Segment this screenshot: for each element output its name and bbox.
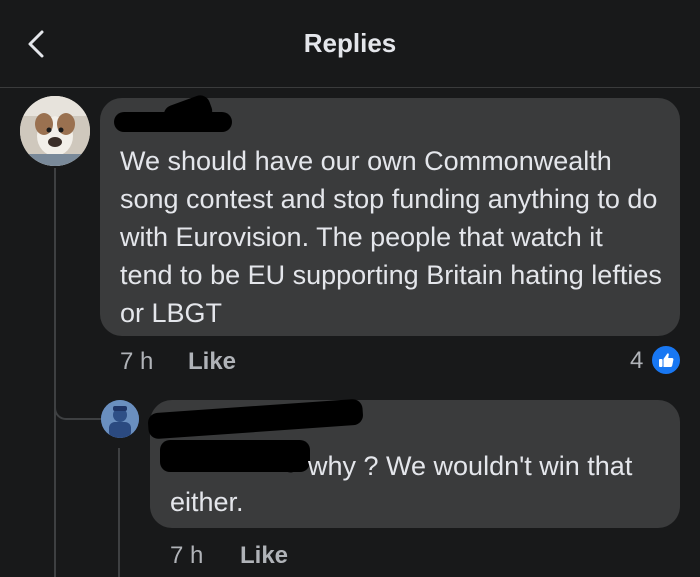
header-bar: Replies — [0, 0, 700, 88]
thread-branch — [54, 392, 104, 420]
reply-text-line-2: either. — [170, 487, 244, 517]
reply-like-button[interactable]: Like — [240, 542, 288, 570]
user-avatar-image — [101, 400, 139, 438]
reply-avatar[interactable] — [101, 400, 139, 438]
comment-text: We should have our own Commonwealth song… — [120, 146, 662, 328]
reply-text-line-1: why ? We wouldn't win that — [308, 451, 633, 481]
reply-timestamp: 7 h — [170, 542, 204, 569]
reply-thread-line — [118, 448, 120, 577]
like-reaction-badge[interactable] — [650, 344, 682, 376]
reaction-count[interactable]: 4 — [630, 347, 643, 375]
thread-line — [54, 168, 56, 577]
avatar[interactable] — [20, 96, 90, 166]
comment-like-button[interactable]: Like — [188, 348, 236, 376]
page-title: Replies — [303, 28, 397, 58]
comment-timestamp: 7 h — [120, 348, 154, 375]
like-icon — [659, 353, 674, 367]
comment-bubble[interactable]: We should have our own Commonwealth song… — [100, 92, 680, 336]
redacted-author-name — [147, 398, 364, 440]
dog-avatar-image — [20, 96, 90, 166]
reply-bubble[interactable]: why ? We wouldn't win that either. — [147, 398, 680, 528]
